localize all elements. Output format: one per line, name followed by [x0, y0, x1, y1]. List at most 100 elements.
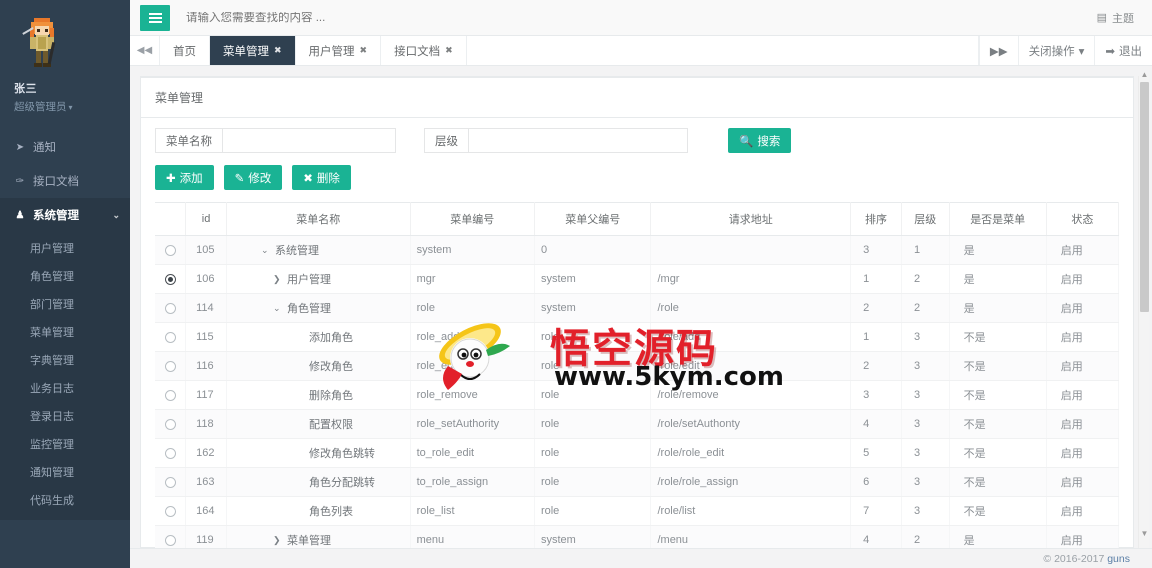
cell-sort: 1 — [850, 322, 902, 352]
row-select-cell[interactable] — [155, 525, 187, 548]
cell-parent-code: role — [534, 351, 652, 381]
tab-3[interactable]: 接口文档 ✖ — [381, 36, 467, 65]
tab-1[interactable]: 菜单管理 ✖ — [210, 36, 296, 65]
cell-menu-code: menu — [410, 525, 535, 548]
cell-level: 3 — [901, 467, 950, 497]
add-button[interactable]: ✚ 添加 — [155, 165, 214, 190]
chevron-down-icon[interactable]: ⌄ — [273, 303, 285, 314]
tab-2[interactable]: 用户管理 ✖ — [296, 36, 382, 65]
footer-brand-link[interactable]: guns — [1107, 553, 1130, 565]
row-select-cell[interactable] — [155, 293, 187, 323]
sidebar-subitem-label: 字典管理 — [30, 355, 74, 367]
sidebar-subitem-label: 角色管理 — [30, 271, 74, 283]
row-select-cell[interactable] — [155, 322, 187, 352]
cell-menu-name: 角色分配跳转 — [226, 467, 411, 497]
scrollbar-thumb[interactable] — [1140, 82, 1149, 312]
row-select-cell[interactable] — [155, 235, 187, 265]
search-icon: 🔍 — [739, 135, 754, 148]
sidebar-subitem-6[interactable]: 登录日志 — [0, 402, 130, 430]
row-radio-button[interactable] — [164, 505, 176, 517]
table-row[interactable]: 106 ❯ 用户管理 mgr system/mgr 1 2 是启用 — [155, 264, 1120, 294]
sidebar-subitem-2[interactable]: 部门管理 — [0, 290, 130, 318]
menu-name-input[interactable] — [222, 128, 396, 153]
sidebar-item-notice[interactable]: ➤ 通知 — [0, 130, 130, 164]
avatar[interactable] — [14, 12, 70, 74]
table-row[interactable]: 105 ⌄ 系统管理 system 0 3 1 是启用 — [155, 235, 1120, 265]
hamburger-icon[interactable] — [140, 4, 170, 31]
table-row[interactable]: 119 ❯ 菜单管理 menu system/menu 4 2 是启用 — [155, 525, 1120, 548]
row-select-cell[interactable] — [155, 264, 187, 294]
table-row[interactable]: 114 ⌄ 角色管理 role system/role 2 2 是启用 — [155, 293, 1120, 323]
row-radio-button[interactable] — [164, 476, 176, 488]
cell-request-url: /role — [650, 293, 852, 323]
sidebar-subitem-4[interactable]: 字典管理 — [0, 346, 130, 374]
row-select-cell[interactable] — [155, 438, 187, 468]
table-row[interactable]: 164 角色列表 role_list role/role/list 7 3 不是 启用 — [155, 496, 1120, 526]
row-select-cell[interactable] — [155, 496, 187, 526]
cell-request-url: /role/add — [650, 322, 852, 352]
row-radio-button[interactable] — [164, 418, 176, 430]
sidebar-subitem-7[interactable]: 监控管理 — [0, 430, 130, 458]
scroll-down-icon[interactable]: ▼ — [1140, 529, 1149, 538]
sidebar-subitem-3[interactable]: 菜单管理 — [0, 318, 130, 346]
sidebar-subitem-0[interactable]: 用户管理 — [0, 234, 130, 262]
cell-sort: 7 — [850, 496, 902, 526]
row-select-cell[interactable] — [155, 409, 187, 439]
cell-level: 3 — [901, 351, 950, 381]
row-radio-button[interactable] — [164, 273, 176, 285]
chevron-down-icon[interactable]: ⌄ — [261, 245, 273, 256]
cell-parent-code: 0 — [534, 235, 652, 265]
row-select-cell[interactable] — [155, 467, 187, 497]
chevron-right-icon[interactable]: ❯ — [273, 274, 285, 285]
edit-button[interactable]: ✎ 修改 — [223, 165, 283, 190]
tab-0[interactable]: 首页 — [160, 36, 210, 65]
table-row[interactable]: 118 配置权限 role_setAuthority role/role/setAut… — [155, 409, 1120, 439]
close-operations-button[interactable]: 关闭操作 ▾ — [1017, 36, 1095, 65]
tree-node: 修改角色 — [233, 358, 404, 374]
cell-is-menu: 不是 — [949, 322, 1047, 352]
theme-label[interactable]: 主题 — [1112, 10, 1134, 26]
table-row[interactable]: 163 角色分配跳转 to_role_assign role/role/role_as… — [155, 467, 1120, 497]
search-input[interactable] — [186, 11, 506, 24]
sidebar-subitem-label: 监控管理 — [30, 439, 74, 451]
sidebar-subitem-1[interactable]: 角色管理 — [0, 262, 130, 290]
row-radio-button[interactable] — [164, 447, 176, 459]
sidebar-subitem-9[interactable]: 代码生成 — [0, 486, 130, 514]
sidebar-subitem-8[interactable]: 通知管理 — [0, 458, 130, 486]
row-select-cell[interactable] — [155, 351, 187, 381]
scroll-up-icon[interactable]: ▲ — [1140, 70, 1149, 79]
plus-icon: ✚ — [166, 172, 176, 185]
profile-role[interactable]: 超级管理员 ▾ — [14, 99, 120, 114]
cell-id: 117 — [185, 380, 227, 410]
close-icon[interactable]: ✖ — [360, 45, 368, 56]
table-row[interactable]: 116 修改角色 role_edit role/role/edit 2 3 不是 启用 — [155, 351, 1120, 381]
row-radio-button[interactable] — [164, 360, 176, 372]
table-row[interactable]: 162 修改角色跳转 to_role_edit role/role/role_edit… — [155, 438, 1120, 468]
row-radio-button[interactable] — [164, 302, 176, 314]
table-row[interactable]: 115 添加角色 role_add role/role/add 1 3 不是 启用 — [155, 322, 1120, 352]
close-icon[interactable]: ✖ — [274, 45, 282, 56]
level-input[interactable] — [468, 128, 688, 153]
sidebar-subitem-5[interactable]: 业务日志 — [0, 374, 130, 402]
row-radio-button[interactable] — [164, 389, 176, 401]
row-select-cell[interactable] — [155, 380, 187, 410]
logout-button[interactable]: ➡ 退出 — [1094, 36, 1152, 65]
close-icon[interactable]: ✖ — [445, 45, 453, 56]
row-radio-button[interactable] — [164, 244, 176, 256]
delete-button[interactable]: ✖ 删除 — [292, 165, 351, 190]
sidebar-item-system-management[interactable]: ♟ 系统管理 ⌄ — [0, 198, 130, 232]
row-radio-button[interactable] — [164, 534, 176, 546]
table-row[interactable]: 117 删除角色 role_remove role/role/remove 3 3 不是 启用 — [155, 380, 1120, 410]
tabs-scroll-right-button[interactable]: ▶▶ — [978, 36, 1018, 65]
tabs-scroll-left-button[interactable]: ◀◀ — [130, 36, 160, 65]
cell-request-url: /role/list — [650, 496, 852, 526]
sidebar-item-api-doc[interactable]: ✑ 接口文档 — [0, 164, 130, 198]
chevron-right-icon[interactable]: ❯ — [273, 535, 285, 546]
cell-menu-code: system — [410, 235, 535, 265]
content-scrollbar[interactable]: ▲ ▼ — [1138, 70, 1149, 548]
search-button[interactable]: 🔍 搜索 — [728, 128, 792, 153]
cell-sort: 6 — [850, 467, 902, 497]
cell-menu-name: 删除角色 — [226, 380, 411, 410]
row-radio-button[interactable] — [164, 331, 176, 343]
sliders-icon: ▤ — [1096, 12, 1107, 24]
